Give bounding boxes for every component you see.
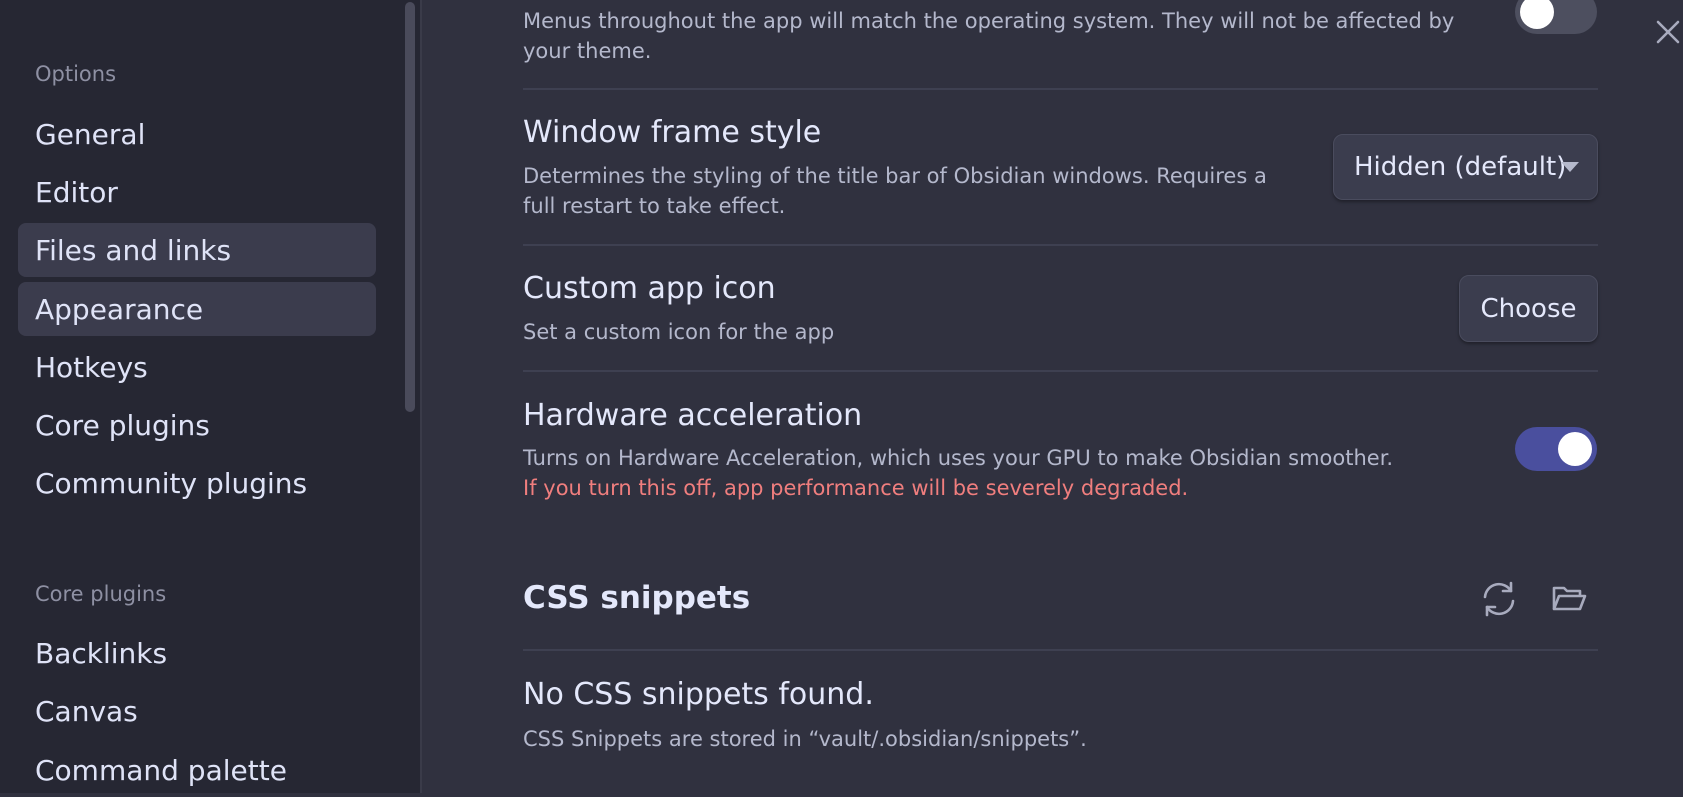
window-frame-style-value: Hidden (default) xyxy=(1354,152,1567,182)
sidebar-item-editor[interactable]: Editor xyxy=(18,165,376,219)
hardware-acceleration-description-block: Turns on Hardware Acceleration, which us… xyxy=(523,443,1423,503)
toggle-knob xyxy=(1558,432,1592,466)
hardware-acceleration-toggle[interactable] xyxy=(1515,427,1597,471)
custom-app-icon-description: Set a custom icon for the app xyxy=(523,320,835,344)
sidebar-item-hotkeys[interactable]: Hotkeys xyxy=(18,340,376,394)
no-css-snippets-title: No CSS snippets found. xyxy=(523,677,874,712)
css-snippets-heading: CSS snippets xyxy=(523,580,751,616)
window-frame-style-select[interactable]: Hidden (default) xyxy=(1333,134,1598,200)
choose-button[interactable]: Choose xyxy=(1459,275,1598,342)
divider xyxy=(523,244,1598,246)
options-section-title: Options xyxy=(35,62,117,86)
folder-open-icon[interactable] xyxy=(1547,577,1591,621)
divider xyxy=(523,370,1598,372)
native-menus-description: Menus throughout the app will match the … xyxy=(523,9,1455,63)
hardware-acceleration-description: Turns on Hardware Acceleration, which us… xyxy=(523,446,1394,470)
sidebar-item-core-plugins[interactable]: Core plugins xyxy=(18,398,376,452)
divider xyxy=(523,649,1598,651)
window-frame-style-title: Window frame style xyxy=(523,115,822,150)
custom-app-icon-title: Custom app icon xyxy=(523,271,776,306)
settings-sidebar: Options General Editor Files and links A… xyxy=(0,0,422,793)
sidebar-item-files-and-links[interactable]: Files and links xyxy=(18,223,376,277)
sidebar-item-community-plugins[interactable]: Community plugins xyxy=(18,456,376,510)
divider xyxy=(523,88,1598,90)
sidebar-item-backlinks[interactable]: Backlinks xyxy=(18,626,376,680)
core-plugins-section-title: Core plugins xyxy=(35,582,167,606)
close-icon[interactable] xyxy=(1652,16,1683,48)
sidebar-item-command-palette[interactable]: Command palette xyxy=(18,743,376,797)
window-frame-style-description: Determines the styling of the title bar … xyxy=(523,164,1267,218)
css-snippets-location-description: CSS Snippets are stored in “vault/.obsid… xyxy=(523,727,1087,751)
reload-icon[interactable] xyxy=(1477,577,1521,621)
sidebar-scrollbar[interactable] xyxy=(405,2,415,412)
settings-content: Menus throughout the app will match the … xyxy=(523,0,1598,793)
sidebar-item-general[interactable]: General xyxy=(18,107,376,161)
hardware-acceleration-warning: If you turn this off, app performance wi… xyxy=(523,476,1189,500)
toggle-knob xyxy=(1520,0,1554,29)
chevron-down-icon xyxy=(1561,162,1579,172)
native-menus-toggle[interactable] xyxy=(1515,0,1597,34)
sidebar-item-canvas[interactable]: Canvas xyxy=(18,684,376,738)
hardware-acceleration-title: Hardware acceleration xyxy=(523,398,863,433)
sidebar-item-appearance[interactable]: Appearance xyxy=(18,282,376,336)
